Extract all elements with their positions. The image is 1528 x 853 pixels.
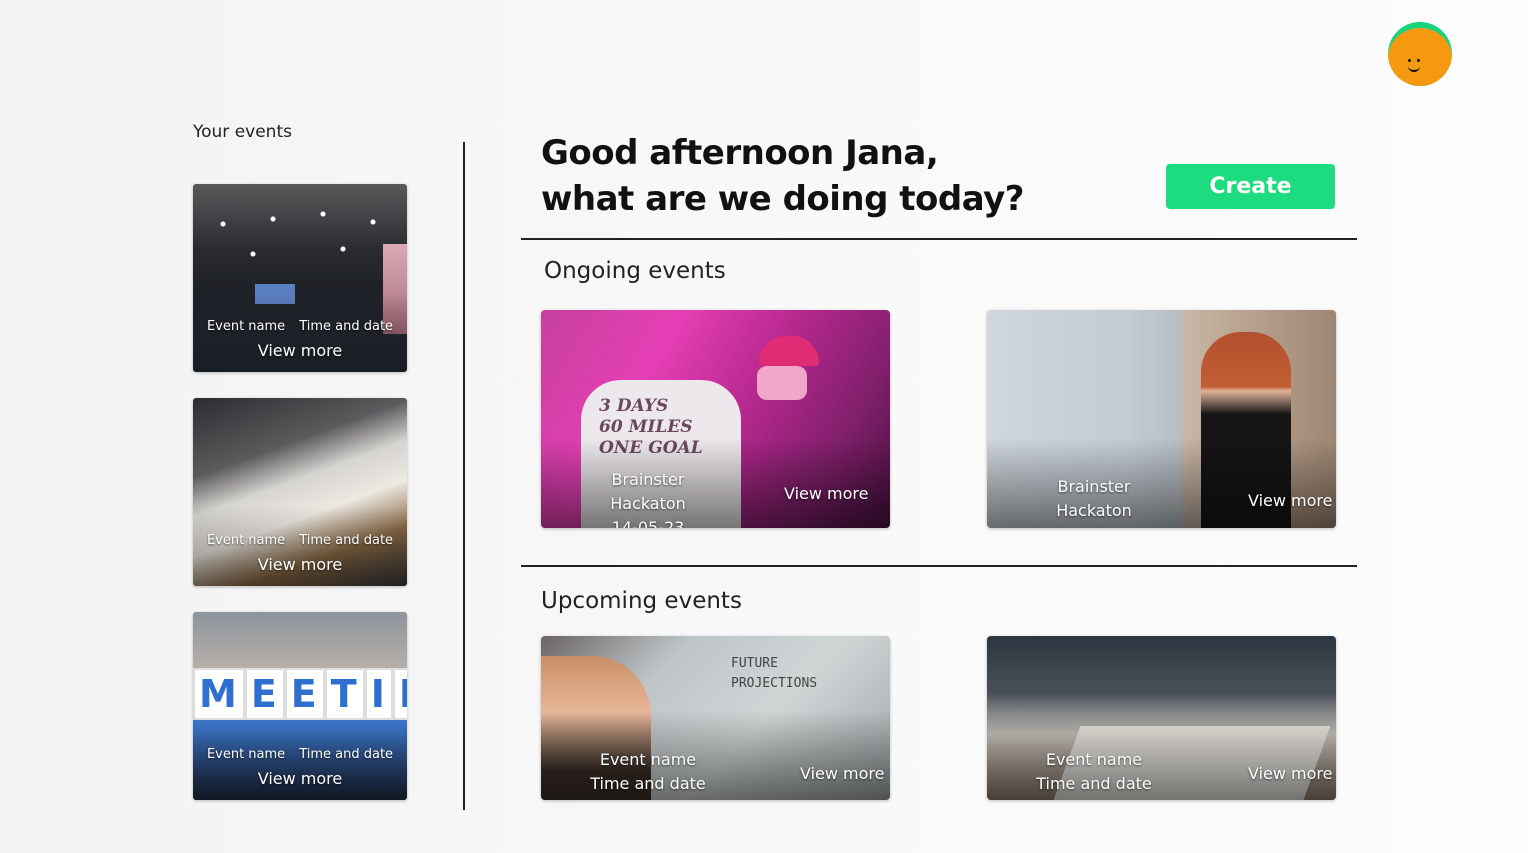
event-time: Time and date [590,774,706,793]
event-time: Time and date [299,747,394,762]
event-name: Brainster Hackaton [610,470,686,513]
your-event-card[interactable]: M E E T I N G Event name Time and date V… [193,612,407,800]
event-name: Event name [206,747,286,762]
your-event-card[interactable]: Event name Time and date View more [193,184,407,372]
upcoming-events-title: Upcoming events [541,588,742,614]
mask-graphic [757,366,807,400]
view-more-link[interactable]: View more [193,769,407,788]
event-meta: Event name Time and date [193,747,407,762]
event-name: Event name [599,750,697,769]
avatar-mouth [1408,64,1420,72]
upcoming-event-card[interactable]: Event name Time and date View more [987,636,1336,800]
event-name: Event name [206,319,286,334]
ongoing-event-card[interactable]: 3 DAYS 60 MILES ONE GOAL Brainster Hacka… [541,310,890,528]
view-more-link[interactable]: View more [193,341,407,360]
ongoing-event-card[interactable]: Brainster Hackaton 14-05-23 View more [987,310,1336,528]
greeting-line-2: what are we doing today? [541,179,1025,219]
event-name: Event name [1045,750,1143,769]
avatar-eye-right [1417,59,1420,62]
upcoming-event-card[interactable]: FUTURE PROJECTIONS Event name Time and d… [541,636,890,800]
greeting-line-1: Good afternoon Jana, [541,133,939,173]
view-more-link[interactable]: View more [193,555,407,574]
header-divider [521,238,1357,240]
event-info: Event name Time and date [1032,748,1156,796]
view-more-link[interactable]: View more [784,484,869,503]
view-more-link[interactable]: View more [1248,764,1333,783]
user-avatar[interactable] [1388,22,1452,86]
meeting-letters-image: M E E T I N G [193,668,407,720]
ongoing-events-title: Ongoing events [544,258,726,284]
greeting-heading: Good afternoon Jana, what are we doing t… [541,130,1025,222]
event-date: 14-05-23 [1025,523,1163,528]
event-time: Time and date [299,319,394,334]
view-more-link[interactable]: View more [800,764,885,783]
event-time: Time and date [299,533,394,548]
smiley-avatar-icon [1388,28,1452,86]
event-info: Brainster Hackaton 14-05-23 [1025,475,1163,528]
sidebar-title: Your events [193,122,292,142]
event-time: Time and date [1036,774,1152,793]
your-event-card[interactable]: Event name Time and date View more [193,398,407,586]
event-info: Event name Time and date [586,748,710,796]
event-name: Event name [206,533,286,548]
meeting-letter: T [324,668,365,720]
whiteboard-text: FUTURE PROJECTIONS [731,656,818,691]
meeting-letter: I [364,668,393,720]
section-divider [521,565,1357,567]
meeting-letter: M [193,668,245,720]
event-meta: Event name Time and date [193,533,407,548]
hat-graphic [759,336,819,366]
event-info: Brainster Hackaton 14-05-23 [579,468,717,528]
avatar-eye-left [1408,59,1411,62]
meeting-letter: N [392,668,407,720]
event-meta: Event name Time and date [193,319,407,334]
meeting-letter: E [284,668,325,720]
event-name: Brainster Hackaton [1056,477,1132,520]
event-date: 14-05-23 [611,518,685,528]
view-more-link[interactable]: View more [1248,491,1333,510]
meeting-letter: E [244,668,285,720]
vertical-divider [463,142,465,810]
create-button[interactable]: Create [1166,164,1335,209]
